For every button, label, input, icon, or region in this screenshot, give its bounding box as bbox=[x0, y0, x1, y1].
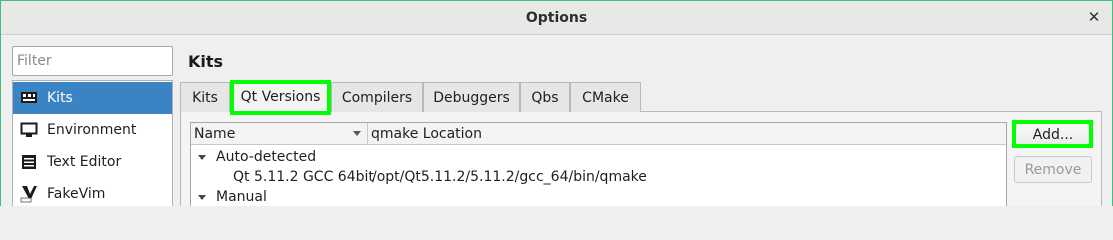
tree-row-location: /opt/Qt5.11.2/5.11.2/gcc_64/bin/qmake bbox=[372, 167, 647, 187]
category-list: Kits Environment Text Editor FakeVim bbox=[12, 80, 173, 206]
sidebar-item-label: FakeVim bbox=[47, 186, 106, 202]
filter-input[interactable] bbox=[12, 46, 173, 76]
fakevim-icon bbox=[20, 185, 38, 203]
tree-group-auto-detected[interactable]: Auto-detected bbox=[191, 147, 316, 167]
monitor-icon bbox=[20, 121, 38, 139]
group-label: Auto-detected bbox=[216, 149, 317, 165]
tab-kits[interactable]: Kits bbox=[180, 82, 230, 112]
expand-arrow-icon[interactable] bbox=[198, 154, 206, 160]
tree-group-manual[interactable]: Manual bbox=[191, 187, 267, 206]
tree-row[interactable]: Qt 5.11.2 GCC 64bit bbox=[233, 167, 374, 187]
tab-compilers[interactable]: Compilers bbox=[331, 82, 423, 112]
sidebar-item-label: Environment bbox=[47, 122, 137, 138]
column-header-name[interactable]: Name bbox=[191, 123, 368, 145]
tab-debuggers[interactable]: Debuggers bbox=[423, 82, 520, 112]
add-button[interactable]: Add... bbox=[1014, 121, 1092, 148]
qt-versions-tree[interactable]: Name qmake Location Auto-detected Qt 5.1… bbox=[190, 122, 1007, 206]
sidebar-item-label: Kits bbox=[47, 90, 73, 106]
window-title: Options bbox=[525, 10, 588, 26]
title-bar: Options ✕ bbox=[1, 1, 1112, 35]
tab-qt-versions[interactable]: Qt Versions bbox=[230, 80, 331, 112]
text-editor-icon bbox=[20, 153, 38, 171]
sidebar-item-fakevim[interactable]: FakeVim bbox=[13, 178, 172, 206]
qt-version-name: Qt 5.11.2 GCC 64bit bbox=[233, 169, 374, 185]
options-window: Options ✕ Kits Environment Text Editor bbox=[0, 0, 1113, 206]
sort-down-icon bbox=[353, 131, 361, 136]
expand-arrow-icon[interactable] bbox=[198, 194, 206, 200]
group-label: Manual bbox=[216, 189, 267, 205]
tab-qbs[interactable]: Qbs bbox=[520, 82, 570, 112]
page-title: Kits bbox=[188, 52, 224, 71]
close-icon[interactable]: ✕ bbox=[1086, 9, 1102, 25]
sidebar-item-label: Text Editor bbox=[47, 154, 122, 170]
column-header-label: Name bbox=[194, 125, 236, 142]
column-header-qmake-location[interactable]: qmake Location bbox=[368, 123, 1006, 145]
remove-button[interactable]: Remove bbox=[1014, 156, 1092, 183]
sidebar-item-environment[interactable]: Environment bbox=[13, 114, 172, 146]
kits-icon bbox=[20, 89, 38, 107]
qmake-location: /opt/Qt5.11.2/5.11.2/gcc_64/bin/qmake bbox=[372, 169, 647, 185]
sidebar-item-text-editor[interactable]: Text Editor bbox=[13, 146, 172, 178]
column-header-label: qmake Location bbox=[371, 125, 482, 142]
sidebar-item-kits[interactable]: Kits bbox=[13, 82, 172, 114]
tab-cmake[interactable]: CMake bbox=[570, 82, 641, 112]
